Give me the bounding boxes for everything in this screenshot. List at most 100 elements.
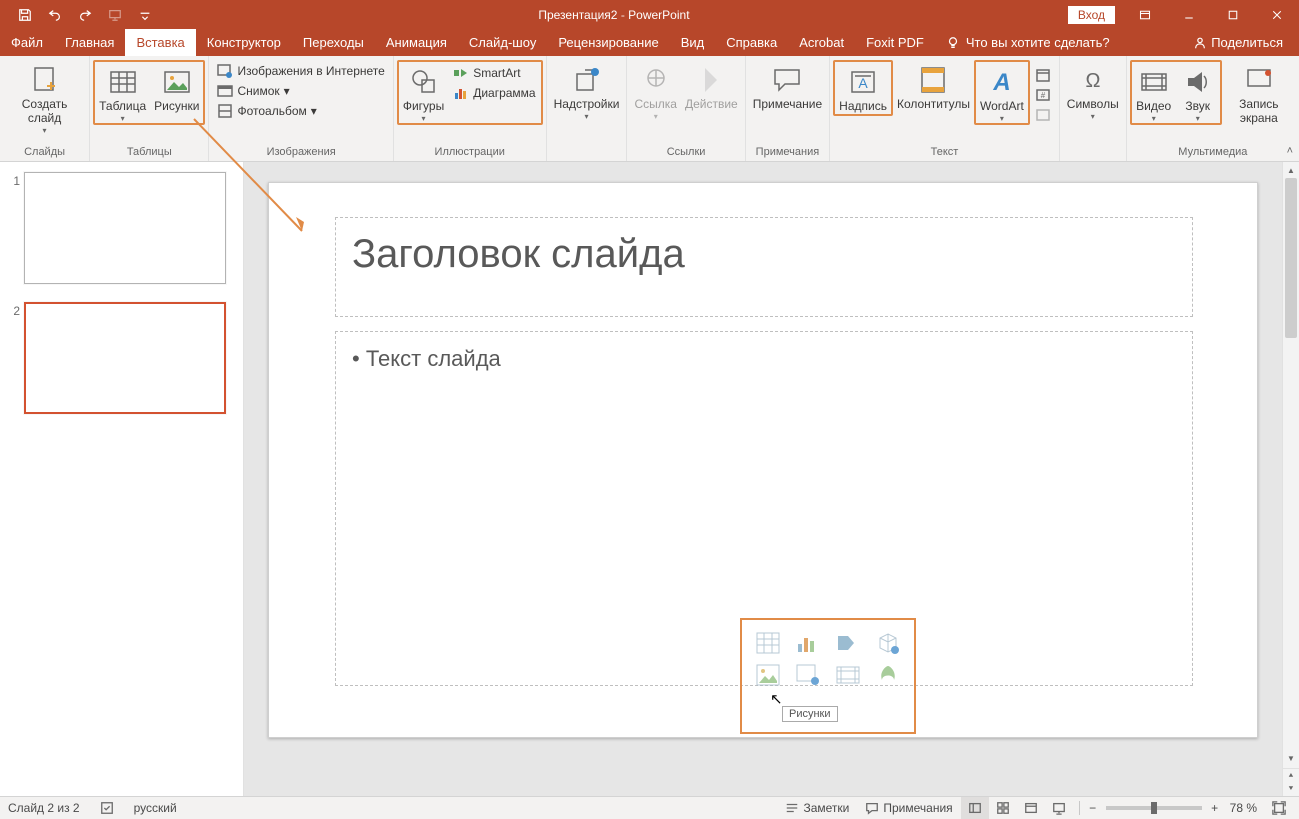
qat-save[interactable] (10, 0, 40, 29)
tab-view[interactable]: Вид (670, 29, 716, 56)
window-close[interactable] (1255, 0, 1299, 29)
action-icon (695, 64, 727, 96)
shapes-button[interactable]: Фигуры ▾ (399, 62, 448, 123)
insert-3d-model-icon[interactable] (874, 630, 902, 656)
tab-animations[interactable]: Анимация (375, 29, 458, 56)
link-icon (640, 64, 672, 96)
zoom-out[interactable]: − (1086, 801, 1100, 815)
header-footer-icon (917, 64, 949, 96)
scroll-down[interactable]: ▼ (1283, 750, 1299, 766)
new-slide-icon (29, 64, 61, 96)
scroll-thumb[interactable] (1285, 178, 1297, 338)
qat-redo[interactable] (70, 0, 100, 29)
tab-help[interactable]: Справка (715, 29, 788, 56)
header-footer-button[interactable]: Колонтитулы (893, 60, 974, 112)
zoom-in[interactable]: + (1208, 801, 1222, 815)
scroll-up[interactable]: ▲ (1283, 162, 1299, 178)
wordart-button[interactable]: A WordArt ▾ (974, 60, 1030, 125)
screenshot-button[interactable]: Снимок ▾ (214, 82, 387, 100)
ribbon-display-options[interactable] (1123, 0, 1167, 29)
date-time-button[interactable] (1032, 66, 1054, 84)
qat-start-slideshow[interactable] (100, 0, 130, 29)
slide-number-button[interactable]: # (1032, 86, 1054, 104)
symbols-button[interactable]: Ω Символы ▾ (1063, 60, 1123, 121)
comment-button[interactable]: Примечание (749, 60, 826, 112)
tab-review[interactable]: Рецензирование (547, 29, 669, 56)
symbols-icon: Ω (1077, 64, 1109, 96)
screen-recording-label: Запись экрана (1226, 98, 1292, 126)
collapse-ribbon[interactable]: ˄ (1287, 145, 1293, 157)
group-illustrations: Фигуры ▾ SmartArt Диаграмма Иллюстрации (394, 56, 547, 161)
addins-button[interactable]: Надстройки ▾ (550, 60, 624, 121)
group-slides-label: Слайды (24, 145, 65, 160)
insert-online-picture-icon[interactable] (794, 662, 822, 688)
group-tables: Таблица ▾ Рисунки Таблицы (90, 56, 209, 161)
tab-transitions[interactable]: Переходы (292, 29, 375, 56)
insert-chart-icon[interactable] (794, 630, 822, 656)
content-placeholder[interactable]: Текст слайда ↖ Рисунки (335, 331, 1193, 686)
insert-picture-icon[interactable] (754, 662, 782, 688)
view-reading[interactable] (1017, 797, 1045, 819)
thumbnail-slide-1[interactable] (24, 172, 226, 284)
slide-canvas[interactable]: Заголовок слайда Текст слайда (268, 182, 1258, 738)
photo-album-button[interactable]: Фотоальбом ▾ (214, 102, 387, 120)
zoom-slider[interactable] (1106, 806, 1202, 810)
thumbnail-slide-2[interactable] (24, 302, 226, 414)
action-button[interactable]: Действие (681, 60, 742, 112)
zoom-value[interactable]: 78 % (1222, 801, 1265, 815)
tab-foxit[interactable]: Foxit PDF (855, 29, 935, 56)
next-slide[interactable]: ⯆ (1283, 783, 1299, 797)
table-button[interactable]: Таблица ▾ (95, 62, 150, 123)
group-symbols: Ω Символы ▾ Символы (1060, 56, 1127, 161)
textbox-button[interactable]: A Надпись (833, 60, 893, 116)
window-maximize[interactable] (1211, 0, 1255, 29)
zoom-fit[interactable] (1265, 797, 1293, 819)
tab-insert[interactable]: Вставка (125, 29, 195, 56)
link-button[interactable]: Ссылка ▾ (630, 60, 680, 121)
slide-vertical-scrollbar[interactable]: ▲ ▼ ⯅ ⯆ (1282, 162, 1299, 796)
qat-undo[interactable] (40, 0, 70, 29)
chart-button[interactable]: Диаграмма (450, 84, 538, 102)
previous-slide[interactable]: ⯅ (1283, 769, 1299, 783)
wordart-icon: A (986, 66, 1018, 98)
pictures-button[interactable]: Рисунки (150, 62, 203, 123)
view-slideshow[interactable] (1045, 797, 1073, 819)
spellcheck-icon (100, 801, 114, 815)
status-notes[interactable]: Заметки (777, 797, 857, 819)
slide-edit-area[interactable]: Заголовок слайда Текст слайда (244, 162, 1282, 796)
status-language[interactable]: русский (134, 801, 177, 815)
screenshot-icon (217, 83, 233, 99)
svg-text:A: A (992, 69, 1010, 96)
photo-album-icon (217, 103, 233, 119)
tab-home[interactable]: Главная (54, 29, 125, 56)
status-comments[interactable]: Примечания (857, 797, 960, 819)
new-slide-button[interactable]: Создать слайд ▾ (3, 60, 86, 135)
tab-slideshow[interactable]: Слайд-шоу (458, 29, 547, 56)
tab-acrobat[interactable]: Acrobat (788, 29, 855, 56)
window-minimize[interactable] (1167, 0, 1211, 29)
title-placeholder[interactable]: Заголовок слайда (335, 217, 1193, 317)
slide-number-icon: # (1035, 87, 1051, 103)
tab-share[interactable]: Поделиться (1182, 29, 1299, 56)
screen-recording-button[interactable]: Запись экрана (1222, 60, 1296, 126)
status-spellcheck[interactable] (92, 797, 122, 819)
thumb-number-2: 2 (6, 302, 20, 318)
video-button[interactable]: Видео ▾ (1132, 62, 1176, 123)
audio-button[interactable]: Звук ▾ (1176, 62, 1220, 123)
video-label: Видео (1136, 100, 1171, 114)
tab-design[interactable]: Конструктор (196, 29, 292, 56)
doc-name: Презентация2 (538, 8, 617, 22)
insert-video-icon[interactable] (834, 662, 862, 688)
view-normal[interactable] (961, 797, 989, 819)
view-sorter[interactable] (989, 797, 1017, 819)
insert-icon-icon[interactable] (874, 662, 902, 688)
smartart-button[interactable]: SmartArt (450, 64, 538, 82)
signin-button[interactable]: Вход (1068, 6, 1115, 24)
tab-file[interactable]: Файл (0, 29, 54, 56)
tab-tellme[interactable]: Что вы хотите сделать? (935, 29, 1121, 56)
online-pictures-button[interactable]: Изображения в Интернете (214, 62, 387, 80)
insert-smartart-icon[interactable] (834, 630, 862, 656)
qat-customize[interactable] (130, 0, 160, 29)
object-button[interactable] (1032, 106, 1054, 124)
insert-table-icon[interactable] (754, 630, 782, 656)
